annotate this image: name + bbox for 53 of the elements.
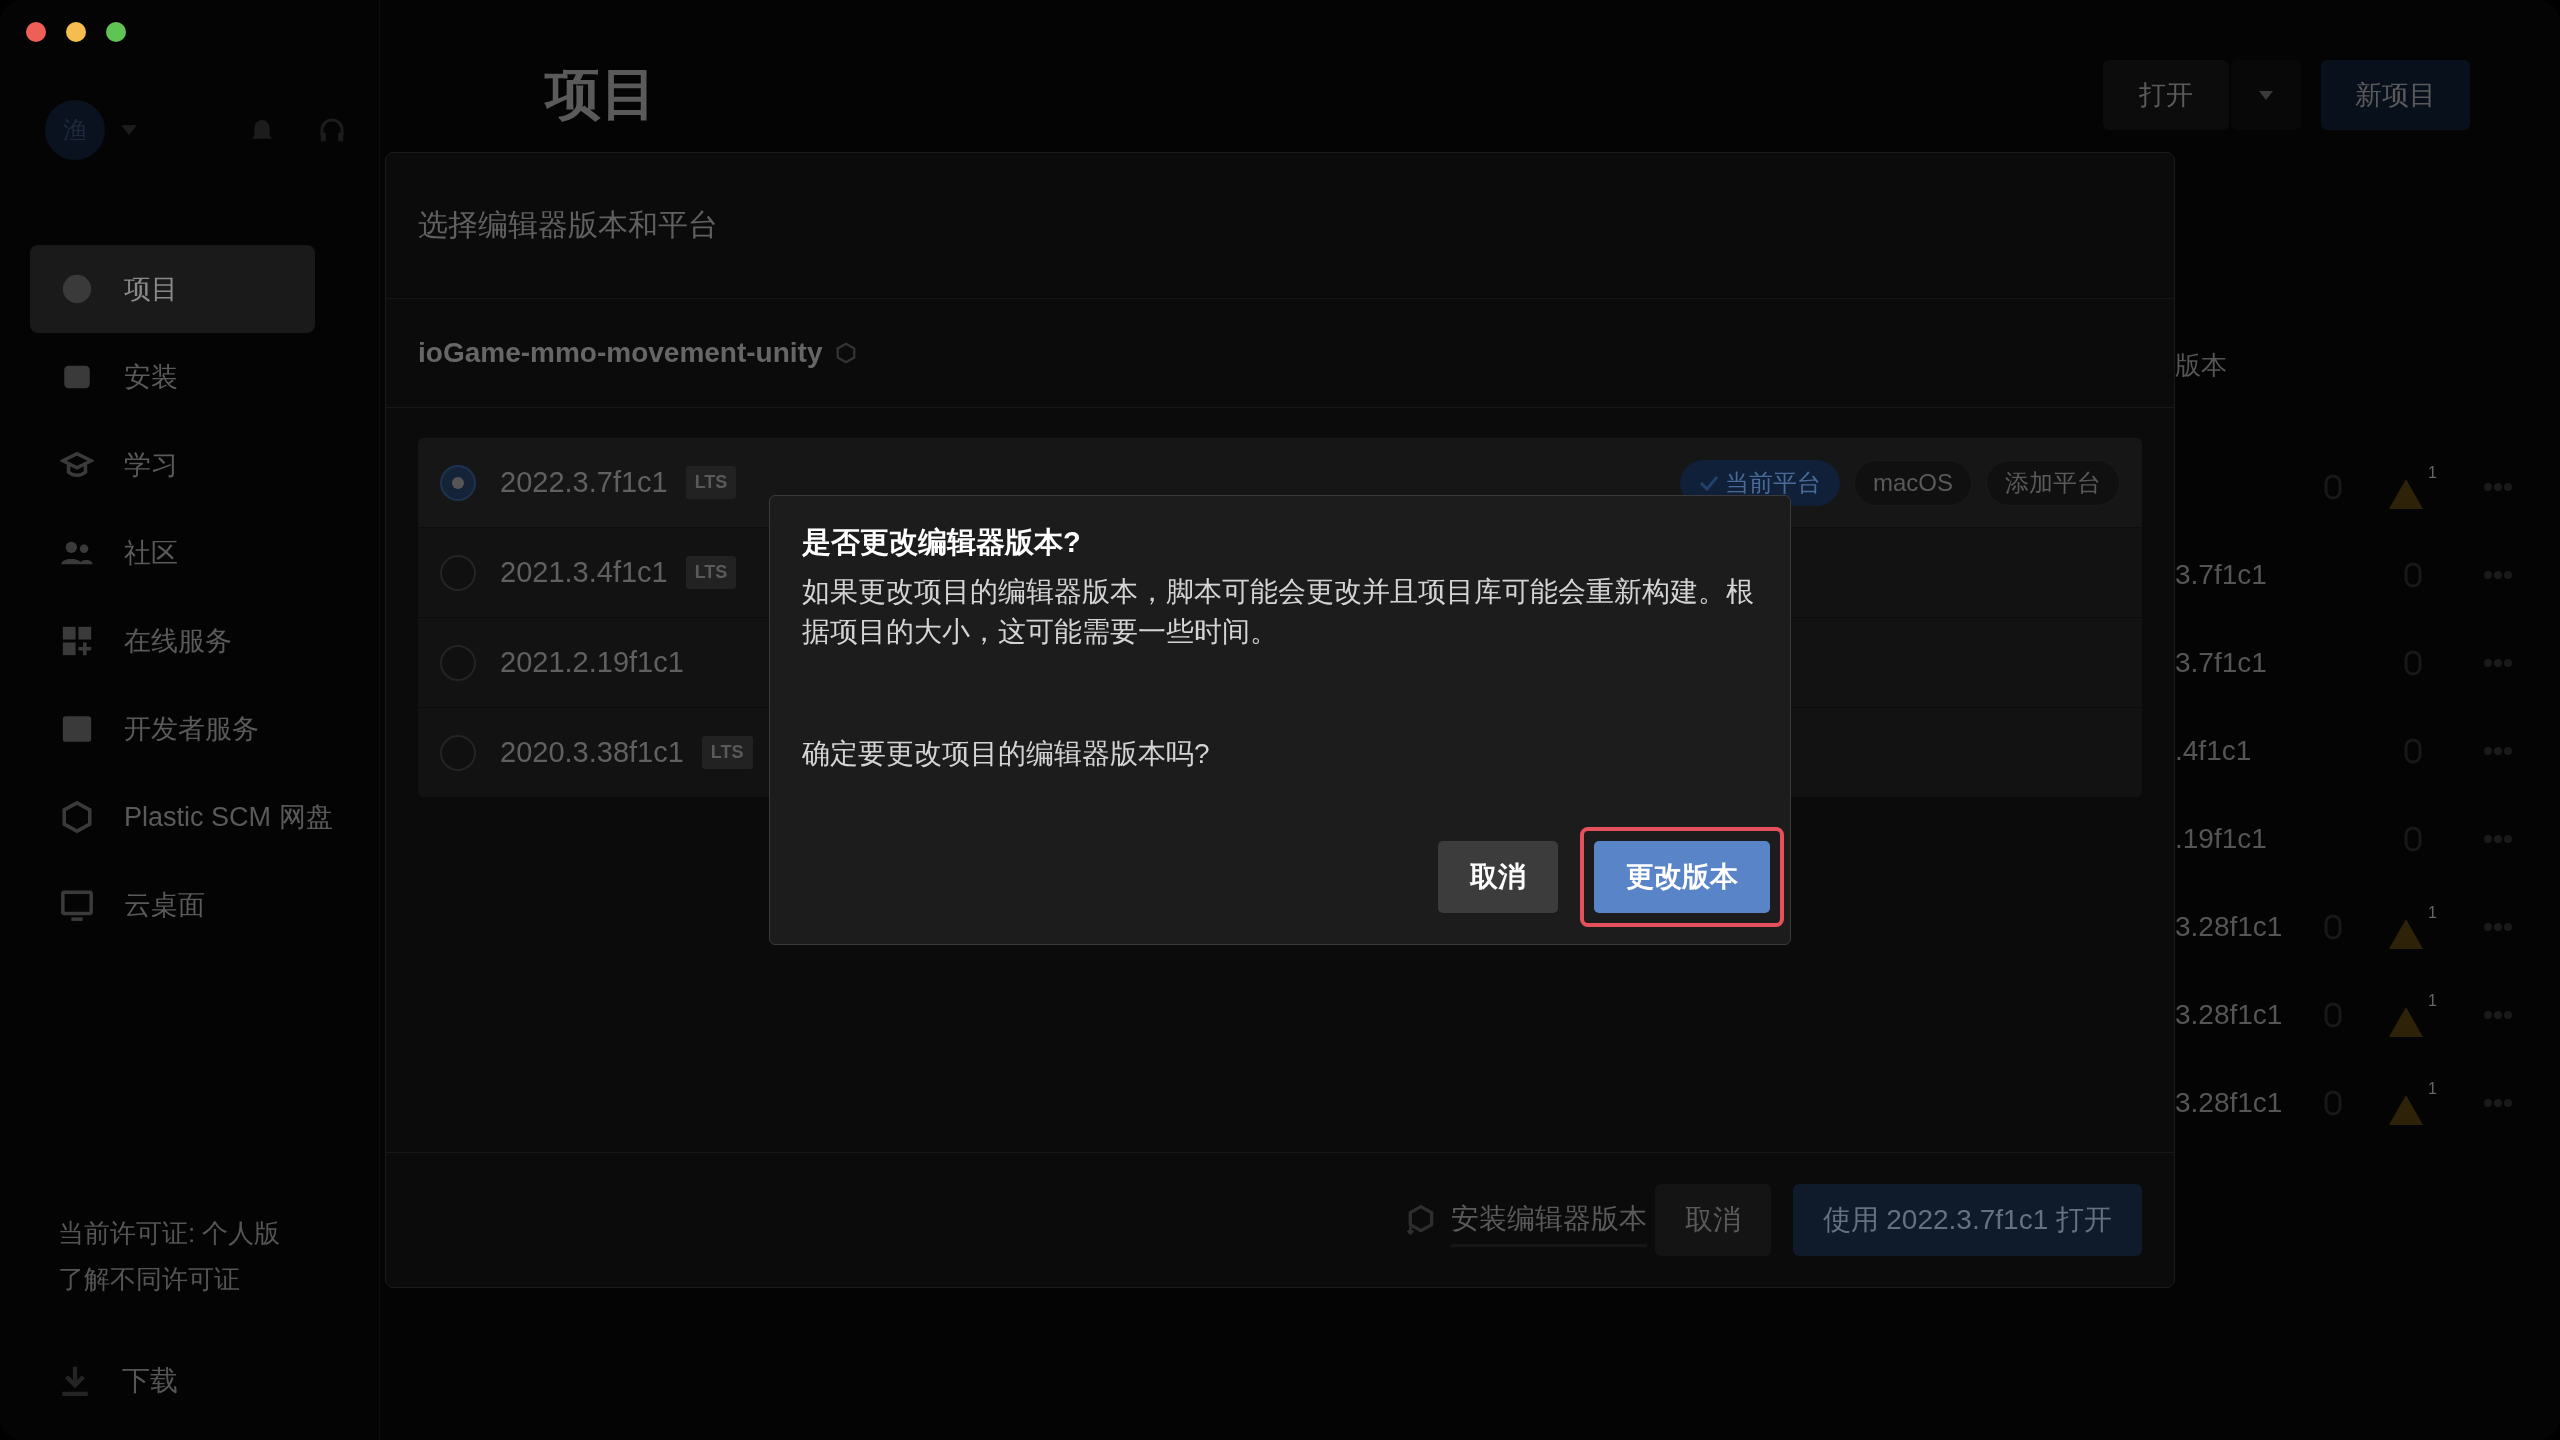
license-text: 当前许可证: 个人版 [58, 1217, 282, 1250]
radio-button[interactable] [440, 464, 476, 501]
download-label[interactable]: 下载 [122, 1362, 178, 1400]
version-text: 3.7f1c1 [2175, 647, 2267, 678]
platform-chip[interactable]: 添加平台 [1986, 459, 2120, 506]
check-icon [1699, 474, 1719, 491]
dropdown-button[interactable] [2231, 60, 2301, 130]
open-with-version-button[interactable]: 使用 2022.3.7f1c1 打开 [1792, 1184, 2142, 1256]
version-label: 2021.2.19f1c1 [500, 646, 684, 679]
caret-icon [2259, 90, 2273, 100]
version-text: .4f1c1 [2175, 735, 2252, 766]
version-label: 2020.3.38f1c1 [500, 736, 684, 769]
dialog-title: 选择编辑器版本和平台 [418, 207, 718, 243]
platform-chip[interactable]: macOS [1854, 459, 1972, 506]
lts-badge: LTS [685, 466, 737, 499]
hexagon-icon [834, 342, 857, 364]
open-button[interactable]: 打开 [2103, 60, 2229, 130]
nav-item[interactable]: 在线服务 [30, 597, 315, 685]
caret-icon[interactable] [121, 125, 137, 135]
nav-item[interactable]: 云桌面 [30, 861, 315, 949]
version-text: 3.7f1c1 [2175, 559, 2267, 590]
lts-badge: LTS [701, 736, 753, 769]
zoom-button[interactable] [106, 22, 126, 42]
hexagon-icon [60, 800, 94, 834]
version-text: .19f1c1 [2175, 823, 2267, 854]
grid-icon [60, 624, 94, 658]
version-text: 3.28f1c1 [2175, 999, 2283, 1030]
nav-item[interactable]: 项目 [30, 245, 315, 333]
version-text: 3.28f1c1 [2175, 1087, 2283, 1118]
change-version-button[interactable]: 更改版本 [1594, 841, 1770, 913]
close-button[interactable] [26, 22, 46, 42]
confirm-message: 如果更改项目的编辑器版本，脚本可能会更改并且项目库可能会重新构建。根据项目的大小，这可能需要一些时间。 [802, 575, 1755, 649]
project-name: ioGame-mmo-movement-unity [418, 337, 823, 369]
minimize-button[interactable] [66, 22, 86, 42]
column-header: 版本 [2175, 350, 2227, 380]
version-text: 3.28f1c1 [2175, 911, 2283, 942]
nav-item[interactable]: 开发者服务 [30, 685, 315, 773]
new-project-button[interactable]: 新项目 [2321, 60, 2470, 130]
version-label: 2021.3.4f1c1 [500, 556, 668, 589]
version-label: 2022.3.7f1c1 [500, 466, 668, 499]
confirm-question: 确定要更改项目的编辑器版本吗? [802, 737, 1211, 771]
nav-item[interactable]: 社区 [30, 509, 315, 597]
nav-item[interactable]: Plastic SCM 网盘 [30, 773, 347, 861]
nav-item[interactable]: 学习 [30, 421, 315, 509]
monitor-icon [60, 888, 94, 922]
license-link[interactable]: 了解不同许可证 [58, 1256, 379, 1302]
lts-badge: LTS [685, 556, 737, 589]
cancel-button[interactable]: 取消 [1438, 841, 1558, 913]
cancel-button[interactable]: 取消 [1654, 1184, 1771, 1256]
install-editor-link[interactable]: 安装编辑器版本 [1450, 1193, 1647, 1247]
nav-item[interactable]: 安装 [30, 333, 315, 421]
page-title: 项目 [545, 61, 657, 127]
confirm-title: 是否更改编辑器版本? [802, 525, 1082, 560]
